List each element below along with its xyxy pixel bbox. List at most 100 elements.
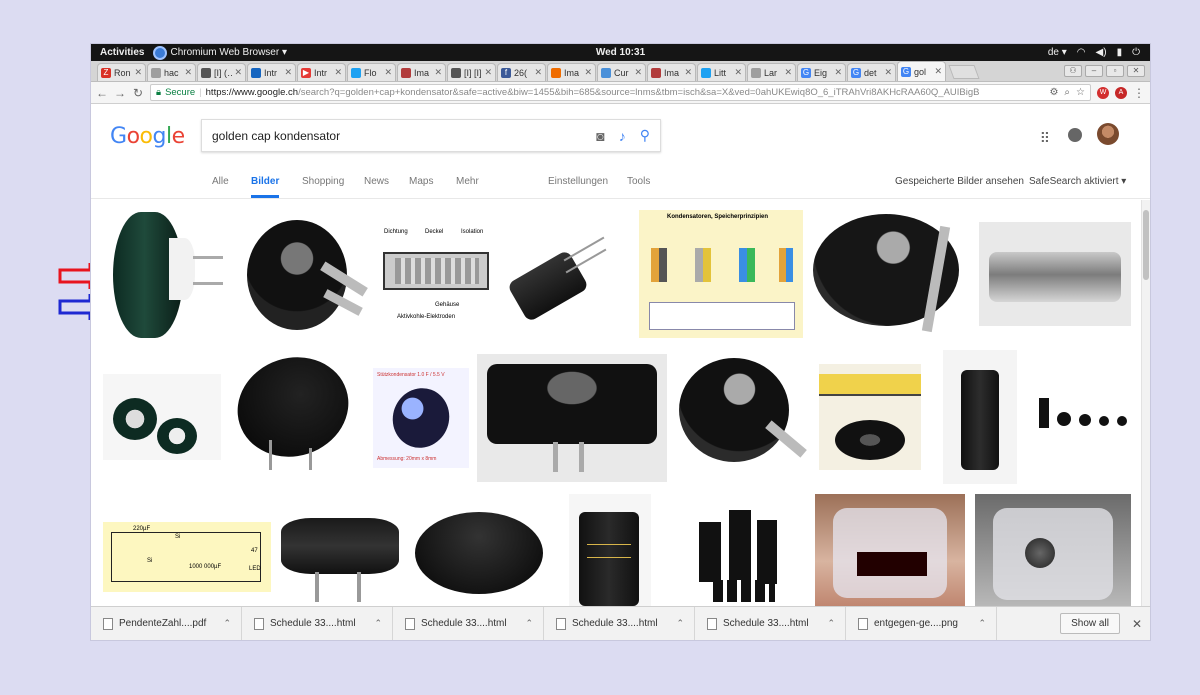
chevron-up-icon[interactable]: ⌃	[676, 618, 684, 629]
close-tab-icon[interactable]: ✕	[684, 67, 692, 78]
close-tab-icon[interactable]: ✕	[134, 67, 142, 78]
avatar[interactable]	[1097, 123, 1119, 145]
chevron-up-icon[interactable]: ⌃	[827, 618, 835, 629]
chevron-up-icon[interactable]: ⌃	[374, 618, 382, 629]
site-info-icon[interactable]: ⚙	[1049, 87, 1058, 98]
browser-tab[interactable]: Ima ✕	[547, 63, 596, 81]
close-tab-icon[interactable]: ✕	[434, 67, 442, 78]
show-all-button[interactable]: Show all	[1060, 613, 1120, 634]
close-tab-icon[interactable]: ✕	[184, 67, 192, 78]
tab-mehr[interactable]: Mehr	[456, 176, 479, 187]
browser-tab[interactable]: hac ✕	[147, 63, 196, 81]
microphone-icon[interactable]: ♪	[619, 128, 626, 144]
browser-tab[interactable]: G Eig ✕	[797, 63, 846, 81]
adblock-icon[interactable]: A	[1115, 86, 1127, 99]
saved-images-link[interactable]: Gespeicherte Bilder ansehen	[895, 176, 1024, 187]
browser-tab[interactable]: ▶ Intr ✕	[297, 63, 346, 81]
close-tab-icon[interactable]: ✕	[234, 67, 242, 78]
browser-tab[interactable]: [I] [I] ✕	[447, 63, 496, 81]
tab-alle[interactable]: Alle	[212, 176, 229, 187]
close-tab-icon[interactable]: ✕	[934, 66, 942, 77]
close-tab-icon[interactable]: ✕	[584, 67, 592, 78]
browser-tab[interactable]: Lar ✕	[747, 63, 796, 81]
bookmark-star-icon[interactable]: ☆	[1076, 87, 1085, 98]
app-menu[interactable]: Chromium Web Browser ▾	[153, 45, 287, 60]
result-image[interactable]	[99, 208, 223, 343]
result-image[interactable]	[229, 350, 357, 470]
tab-shopping[interactable]: Shopping	[302, 176, 344, 187]
browser-tab[interactable]: Intr ✕	[247, 63, 296, 81]
reload-button[interactable]: ↻	[132, 86, 144, 100]
camera-icon[interactable]: ◙	[596, 128, 604, 144]
close-tab-icon[interactable]: ✕	[534, 67, 542, 78]
result-image[interactable]	[277, 504, 403, 606]
close-tab-icon[interactable]: ✕	[284, 67, 292, 78]
browser-tab[interactable]: Z Ron ✕	[97, 63, 146, 81]
result-image[interactable]: 220µF Si Si 1000 000µF 47 LED	[103, 522, 271, 592]
system-tray[interactable]: de ▾ ◠ ◀) ▮ ⏻	[1048, 47, 1150, 58]
result-image[interactable]	[569, 494, 651, 606]
download-item[interactable]: Schedule 33....html ⌃	[544, 606, 695, 640]
close-tab-icon[interactable]: ✕	[384, 67, 392, 78]
chevron-up-icon[interactable]: ⌃	[978, 618, 986, 629]
download-item[interactable]: entgegen-ge....png ⌃	[846, 606, 997, 640]
result-image[interactable]	[979, 222, 1131, 326]
profile-icon[interactable]: ⚇	[1064, 65, 1082, 77]
back-button[interactable]: ←	[96, 86, 108, 100]
page-scrollbar[interactable]	[1141, 200, 1150, 606]
language-indicator[interactable]: de ▾	[1048, 47, 1067, 58]
google-logo[interactable]: Google	[110, 124, 185, 149]
search-input[interactable]: golden cap kondensator	[212, 129, 582, 143]
download-item[interactable]: Schedule 33....html ⌃	[242, 606, 393, 640]
browser-tab[interactable]: Flo ✕	[347, 63, 396, 81]
tab-news[interactable]: News	[364, 176, 389, 187]
close-window-button[interactable]: ✕	[1127, 65, 1145, 77]
result-image[interactable]	[679, 504, 799, 606]
browser-tab[interactable]: Ima ✕	[397, 63, 446, 81]
close-tab-icon[interactable]: ✕	[484, 67, 492, 78]
new-tab-button[interactable]	[948, 65, 980, 79]
tab-bilder[interactable]: Bilder	[251, 176, 280, 198]
safesearch-menu[interactable]: SafeSearch aktiviert ▾	[1029, 176, 1126, 187]
apps-grid-icon[interactable]: ⠿	[1040, 130, 1050, 147]
result-image[interactable]	[943, 350, 1017, 484]
result-image[interactable]	[477, 354, 667, 482]
result-image[interactable]	[1027, 384, 1137, 448]
close-tab-icon[interactable]: ✕	[734, 67, 742, 78]
address-bar[interactable]: 🔒︎ Secure | https://www.google.ch/search…	[150, 84, 1091, 101]
close-tab-icon[interactable]: ✕	[784, 67, 792, 78]
result-image[interactable]	[499, 226, 609, 330]
close-tab-icon[interactable]: ✕	[634, 67, 642, 78]
result-image[interactable]	[815, 494, 965, 606]
browser-tab[interactable]: Gdet ✕	[847, 63, 896, 81]
result-image[interactable]: Dichtung Deckel Isolation Gehäuse Aktivk…	[379, 226, 497, 326]
result-image[interactable]: Kondensatoren, Speicherprinzipien	[639, 210, 803, 338]
close-tab-icon[interactable]: ✕	[334, 67, 342, 78]
search-icon[interactable]: ⚲	[640, 127, 650, 144]
result-image[interactable]	[975, 494, 1131, 606]
close-tab-icon[interactable]: ✕	[834, 67, 842, 78]
download-item[interactable]: Schedule 33....html ⌃	[393, 606, 544, 640]
activities-button[interactable]: Activities	[91, 47, 153, 58]
chevron-up-icon[interactable]: ⌃	[525, 618, 533, 629]
tab-einstellungen[interactable]: Einstellungen	[548, 176, 608, 187]
browser-tab[interactable]: f 26(✕	[497, 63, 546, 81]
search-box[interactable]: golden cap kondensator ◙ ♪ ⚲	[201, 119, 661, 152]
browser-tab[interactable]: Cur ✕	[597, 63, 646, 81]
result-image[interactable]	[103, 374, 221, 460]
forward-button[interactable]: →	[114, 86, 126, 100]
result-image[interactable]	[807, 208, 969, 334]
close-tab-icon[interactable]: ✕	[884, 67, 892, 78]
zoom-icon[interactable]: ⌕	[1064, 87, 1070, 98]
result-image[interactable]	[239, 214, 375, 344]
result-image[interactable]	[409, 506, 551, 606]
close-icon[interactable]: ✕	[1132, 617, 1142, 631]
chevron-up-icon[interactable]: ⌃	[223, 618, 231, 629]
notifications-icon[interactable]	[1068, 128, 1082, 142]
tab-tools[interactable]: Tools	[627, 176, 650, 187]
menu-icon[interactable]: ⋮	[1133, 86, 1145, 100]
browser-tab[interactable]: Ima ✕	[647, 63, 696, 81]
minimize-button[interactable]: –	[1085, 65, 1103, 77]
tab-maps[interactable]: Maps	[409, 176, 433, 187]
browser-tab[interactable]: Ggol ✕	[897, 61, 946, 81]
